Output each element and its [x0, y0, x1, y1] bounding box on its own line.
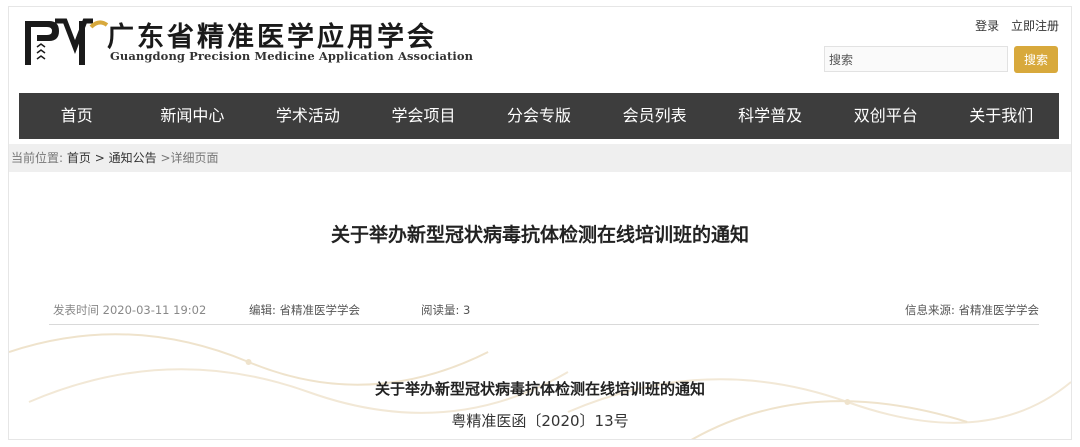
nav-item-science[interactable]: 科学普及 — [712, 93, 828, 139]
nav-item-academic[interactable]: 学术活动 — [250, 93, 366, 139]
breadcrumb: 当前位置: 首页 > 通知公告 >详细页面 — [9, 144, 1071, 172]
main-nav: 首页 新闻中心 学术活动 学会项目 分会专版 会员列表 科学普及 双创平台 关于… — [19, 93, 1059, 139]
nav-item-home[interactable]: 首页 — [19, 93, 135, 139]
article-title: 关于举办新型冠状病毒抗体检测在线培训班的通知 — [330, 224, 749, 246]
article-content: 关于举办新型冠状病毒抗体检测在线培训班的通知 发表时间 2020-03-11 1… — [9, 172, 1071, 439]
breadcrumb-separator: > — [94, 151, 105, 165]
breadcrumb-home[interactable]: 首页 — [67, 151, 91, 165]
org-name-en: Guangdong Precision Medicine Application… — [110, 49, 474, 63]
breadcrumb-label: 当前位置: — [11, 151, 64, 165]
breadcrumb-section[interactable]: 通知公告 — [109, 151, 157, 165]
document-number: 粤精准医函〔2020〕13号 — [451, 412, 629, 430]
read-count: 阅读量: 3 — [421, 303, 471, 317]
nav-item-about[interactable]: 关于我们 — [944, 93, 1060, 139]
article-source: 信息来源: 省精准医学学会 — [904, 303, 1039, 317]
search-button[interactable]: 搜索 — [1014, 46, 1058, 73]
document-heading: 关于举办新型冠状病毒抗体检测在线培训班的通知 — [374, 380, 705, 398]
breadcrumb-current: >详细页面 — [160, 151, 219, 165]
nav-item-innovation[interactable]: 双创平台 — [828, 93, 944, 139]
article-meta: 发表时间 2020-03-11 19:02 编辑: 省精准医学学会 阅读量: 3… — [49, 302, 1039, 322]
article-editor: 编辑: 省精准医学学会 — [249, 303, 361, 317]
divider — [49, 324, 1039, 325]
top-links: 登录 立即注册 — [967, 17, 1059, 34]
page-frame: 广东省精准医学应用学会 Guangdong Precision Medicine… — [8, 6, 1072, 440]
nav-item-branches[interactable]: 分会专版 — [481, 93, 597, 139]
nav-item-projects[interactable]: 学会项目 — [366, 93, 482, 139]
nav-item-news[interactable]: 新闻中心 — [135, 93, 251, 139]
publish-time: 发表时间 2020-03-11 19:02 — [53, 303, 207, 317]
register-link[interactable]: 立即注册 — [1011, 19, 1059, 33]
nav-item-members[interactable]: 会员列表 — [597, 93, 713, 139]
login-link[interactable]: 登录 — [975, 19, 999, 33]
site-header: 广东省精准医学应用学会 Guangdong Precision Medicine… — [9, 7, 1071, 93]
search-input[interactable] — [824, 46, 1008, 72]
logo-icon[interactable] — [19, 17, 109, 69]
